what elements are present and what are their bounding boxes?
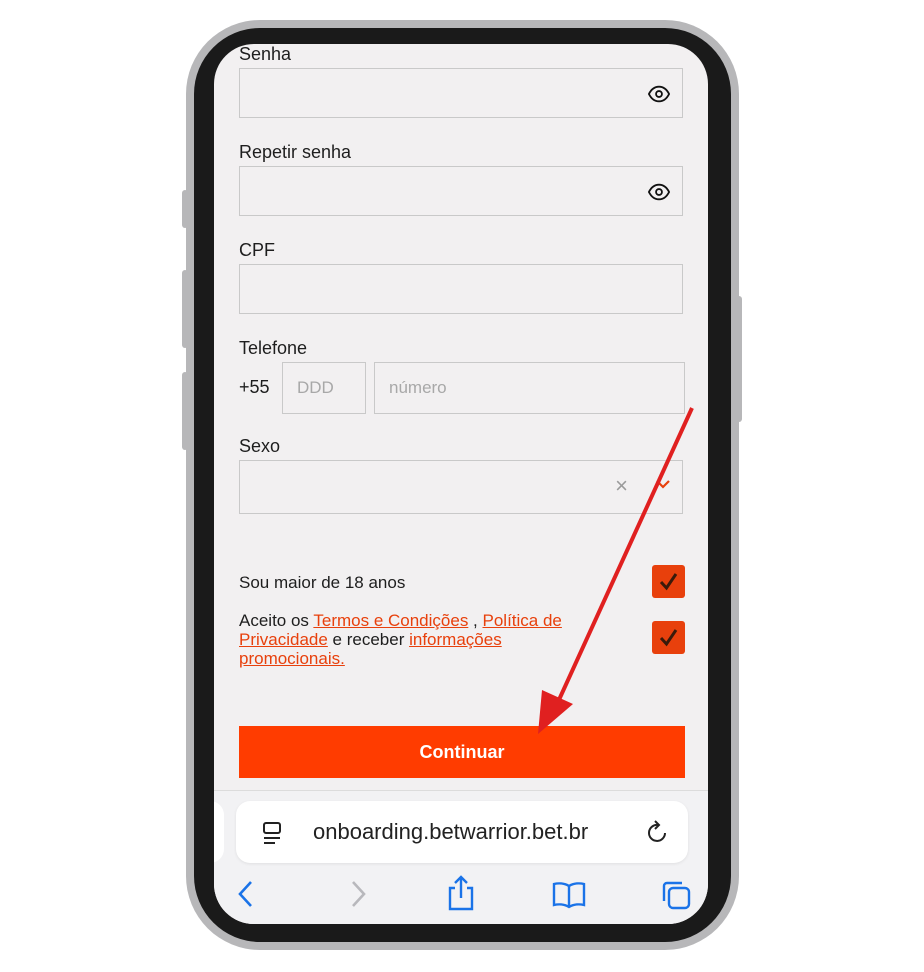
annotation-arrow (538, 407, 694, 734)
